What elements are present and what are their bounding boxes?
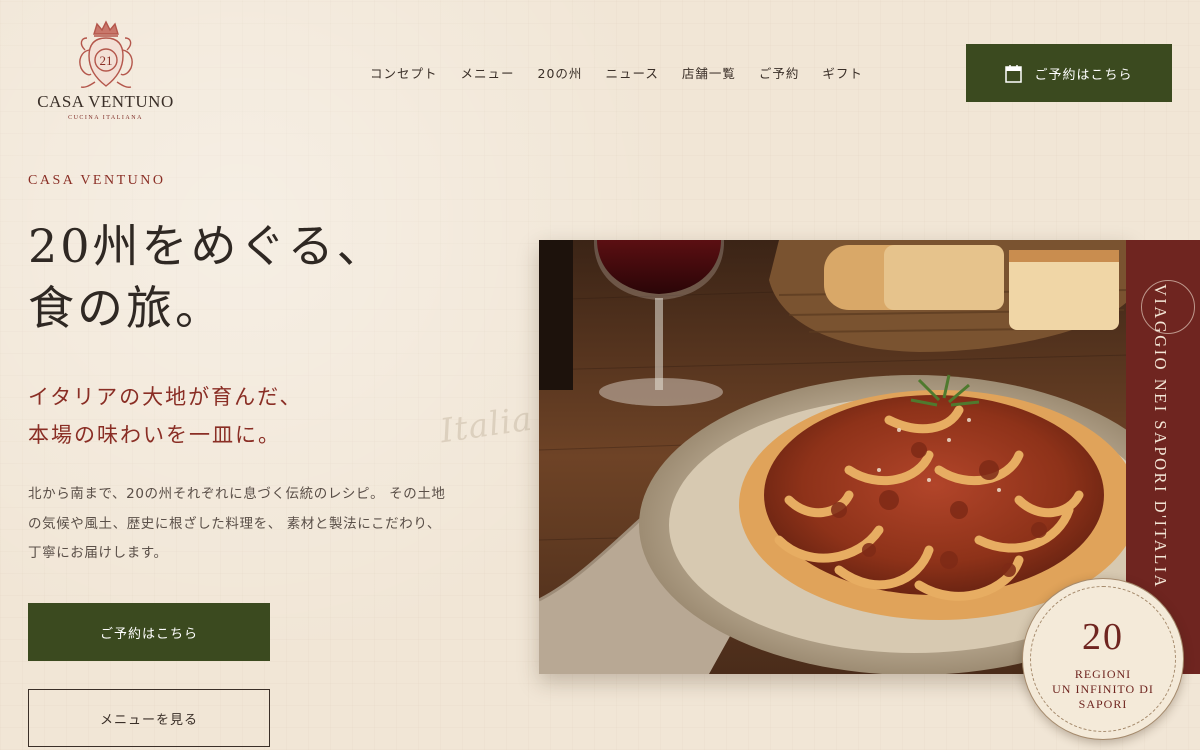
body-line-3: 丁寧にお届けします。 xyxy=(28,545,168,561)
crest-icon: 21 xyxy=(78,20,133,88)
nav-menu[interactable]: メニュー xyxy=(461,63,515,82)
logo[interactable]: 21 CASA VENTUNO CUCINA ITALIANA xyxy=(33,20,178,121)
subhead-line-1: イタリアの大地が育んだ、 xyxy=(28,385,303,409)
headline-line-1: 20州をめぐる、 xyxy=(28,219,386,273)
badge-line-1: REGIONI xyxy=(1074,667,1132,681)
calendar-icon xyxy=(1005,64,1023,83)
nav-news[interactable]: ニュース xyxy=(605,63,658,82)
view-menu-button[interactable]: メニューを見る xyxy=(28,689,270,747)
headline-line-2: 食の旅。 xyxy=(28,281,224,335)
body-line-2: の気候や風土、歴史に根ざした料理を、 素材と製法にこだわり、 xyxy=(28,515,441,532)
nav-reservation[interactable]: ご予約 xyxy=(759,63,800,82)
hero-body: 北から南まで、20の州それぞれに息づく伝統のレシピ。 その土地 の気候や風土、歴… xyxy=(28,480,508,569)
side-band-text: VIAGGIO NEI SAPORI D'ITALIA xyxy=(1151,284,1170,590)
reserve-button[interactable]: ご予約はこちら xyxy=(28,603,270,661)
logo-numeral: 21 xyxy=(99,53,112,68)
hero-subhead: イタリアの大地が育んだ、 本場の味わいを一皿に。 xyxy=(28,378,303,454)
nav-gift[interactable]: ギフト xyxy=(822,63,863,82)
badge-number: 20 xyxy=(1082,616,1124,658)
italia-watermark: Italia xyxy=(437,398,536,451)
regions-badge: 20 REGIONI UN INFINITO DI SAPORI xyxy=(1022,578,1184,740)
logo-brand: CASA VENTUNO xyxy=(37,92,174,111)
hero-eyebrow: CASA VENTUNO xyxy=(28,173,166,188)
logo-tagline: CUCINA ITALIANA xyxy=(68,115,143,121)
badge-line-2: UN INFINITO DI xyxy=(1052,682,1154,696)
subhead-line-2: 本場の味わいを一皿に。 xyxy=(28,423,281,447)
nav-regions[interactable]: 20の州 xyxy=(538,63,583,82)
body-line-1: 北から南まで、20の州それぞれに息づく伝統のレシピ。 その土地 xyxy=(28,486,446,502)
badge-line-3: SAPORI xyxy=(1078,697,1128,711)
main-nav: コンセプト メニュー 20の州 ニュース 店舗一覧 ご予約 ギフト xyxy=(370,63,863,82)
nav-stores[interactable]: 店舗一覧 xyxy=(682,63,736,82)
header-reserve-button[interactable]: ご予約はこちら xyxy=(966,44,1172,102)
hero-headline: 20州をめぐる、 食の旅。 xyxy=(28,215,386,339)
header-reserve-label: ご予約はこちら xyxy=(1034,67,1133,83)
nav-concept[interactable]: コンセプト xyxy=(370,63,438,82)
